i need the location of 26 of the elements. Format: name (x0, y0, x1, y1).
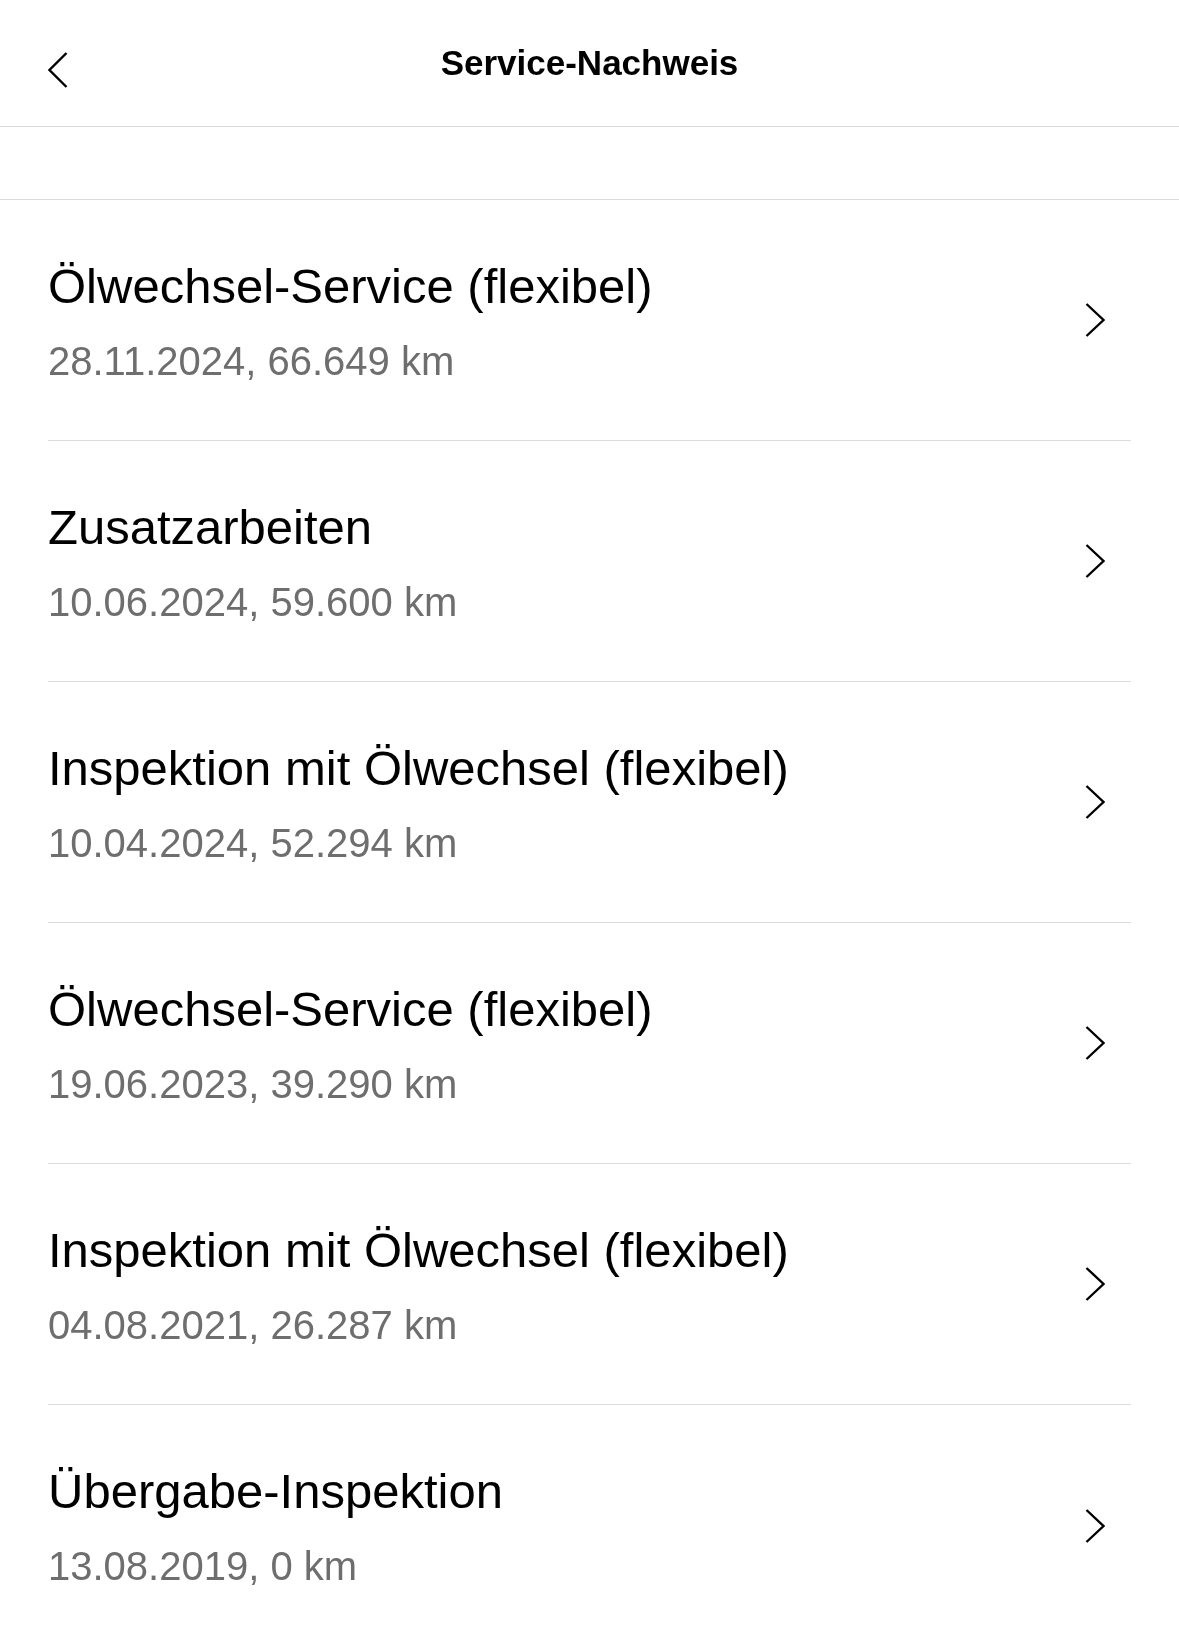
chevron-left-icon (48, 52, 68, 88)
chevron-right-icon (1085, 303, 1105, 337)
chevron-right-icon (1085, 1508, 1105, 1543)
service-details: 19.06.2023, 39.290 km (48, 1060, 459, 1107)
service-details: 13.08.2019, 0 km (48, 1543, 359, 1589)
service-list-item[interactable]: Zusatzarbeiten 10.06.2024, 59.600 km (48, 441, 1131, 682)
service-list-item[interactable]: Übergabe-Inspektion 13.08.2019, 0 km (48, 1405, 1131, 1646)
service-title: Inspektion mit Ölwechsel (flexibel) (48, 1221, 789, 1279)
service-list-item[interactable]: Inspektion mit Ölwechsel (flexibel) 04.08.2021, 26.287 km (48, 1164, 1131, 1405)
chevron-right-icon (1085, 1267, 1105, 1301)
chevron-right-icon (1085, 785, 1105, 819)
service-list-item[interactable]: Inspektion mit Ölwechsel (flexibel) 10.04.2024, 52.294 km (48, 682, 1131, 923)
chevron-right-icon (1085, 1026, 1105, 1060)
service-title: Inspektion mit Ölwechsel (flexibel) (48, 739, 789, 797)
chevron-right-icon (1085, 544, 1105, 578)
service-details: 10.04.2024, 52.294 km (48, 819, 459, 866)
service-list-item[interactable]: Ölwechsel-Service (flexibel) 28.11.2024, 66.649 km (48, 200, 1131, 441)
service-details: 10.06.2024, 59.600 km (48, 578, 458, 625)
service-list-item[interactable]: Ölwechsel-Service (flexibel) 19.06.2023, 39.290 km (48, 923, 1131, 1164)
service-title: Ölwechsel-Service (flexibel) (48, 257, 653, 315)
page-title: Service-Nachweis (440, 42, 739, 84)
service-title: Zusatzarbeiten (48, 498, 374, 556)
service-title: Ölwechsel-Service (flexibel) (48, 980, 653, 1038)
service-details: 04.08.2021, 26.287 km (48, 1301, 459, 1348)
service-title: Übergabe-Inspektion (48, 1463, 503, 1520)
service-details: 28.11.2024, 66.649 km (48, 337, 456, 384)
